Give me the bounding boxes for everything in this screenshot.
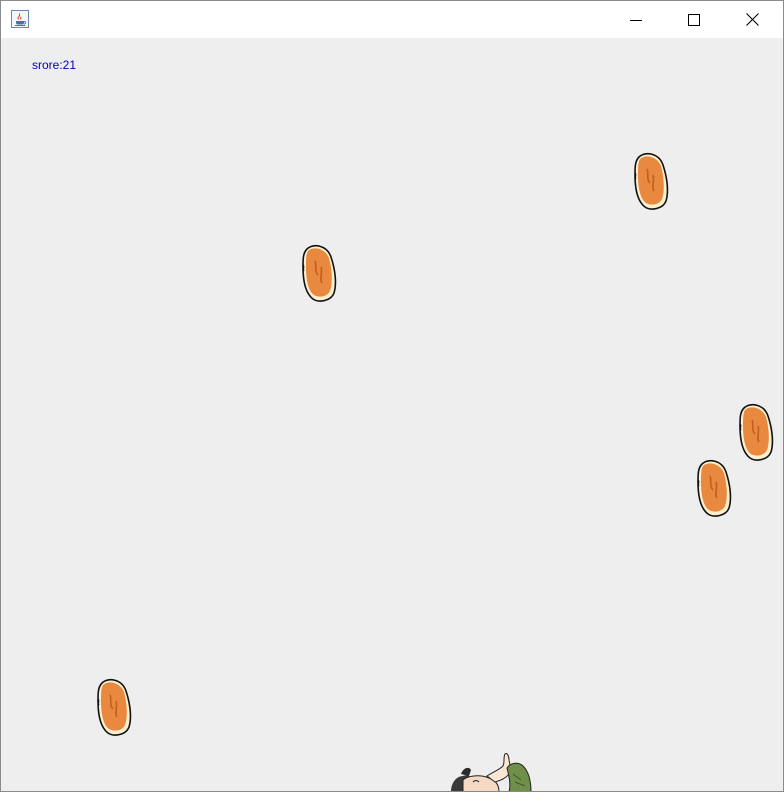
chicken-nugget-sprite [97, 678, 132, 736]
player-character[interactable] [449, 752, 535, 792]
chicken-nugget-sprite [634, 152, 669, 210]
maximize-button[interactable] [665, 1, 723, 38]
minimize-button[interactable] [607, 1, 665, 38]
maximize-icon [688, 13, 700, 26]
chicken-nugget-sprite [302, 244, 337, 302]
minimize-icon [630, 19, 642, 21]
chicken-nugget-sprite [739, 403, 774, 461]
close-button[interactable] [723, 1, 781, 38]
game-window: srore:21 [0, 0, 784, 792]
chicken-nugget-sprite [697, 459, 732, 517]
title-bar[interactable] [1, 1, 783, 38]
close-icon [745, 13, 759, 26]
game-canvas[interactable]: srore:21 [1, 38, 783, 791]
java-cup-icon [11, 10, 29, 28]
score-label: srore:21 [32, 58, 77, 72]
